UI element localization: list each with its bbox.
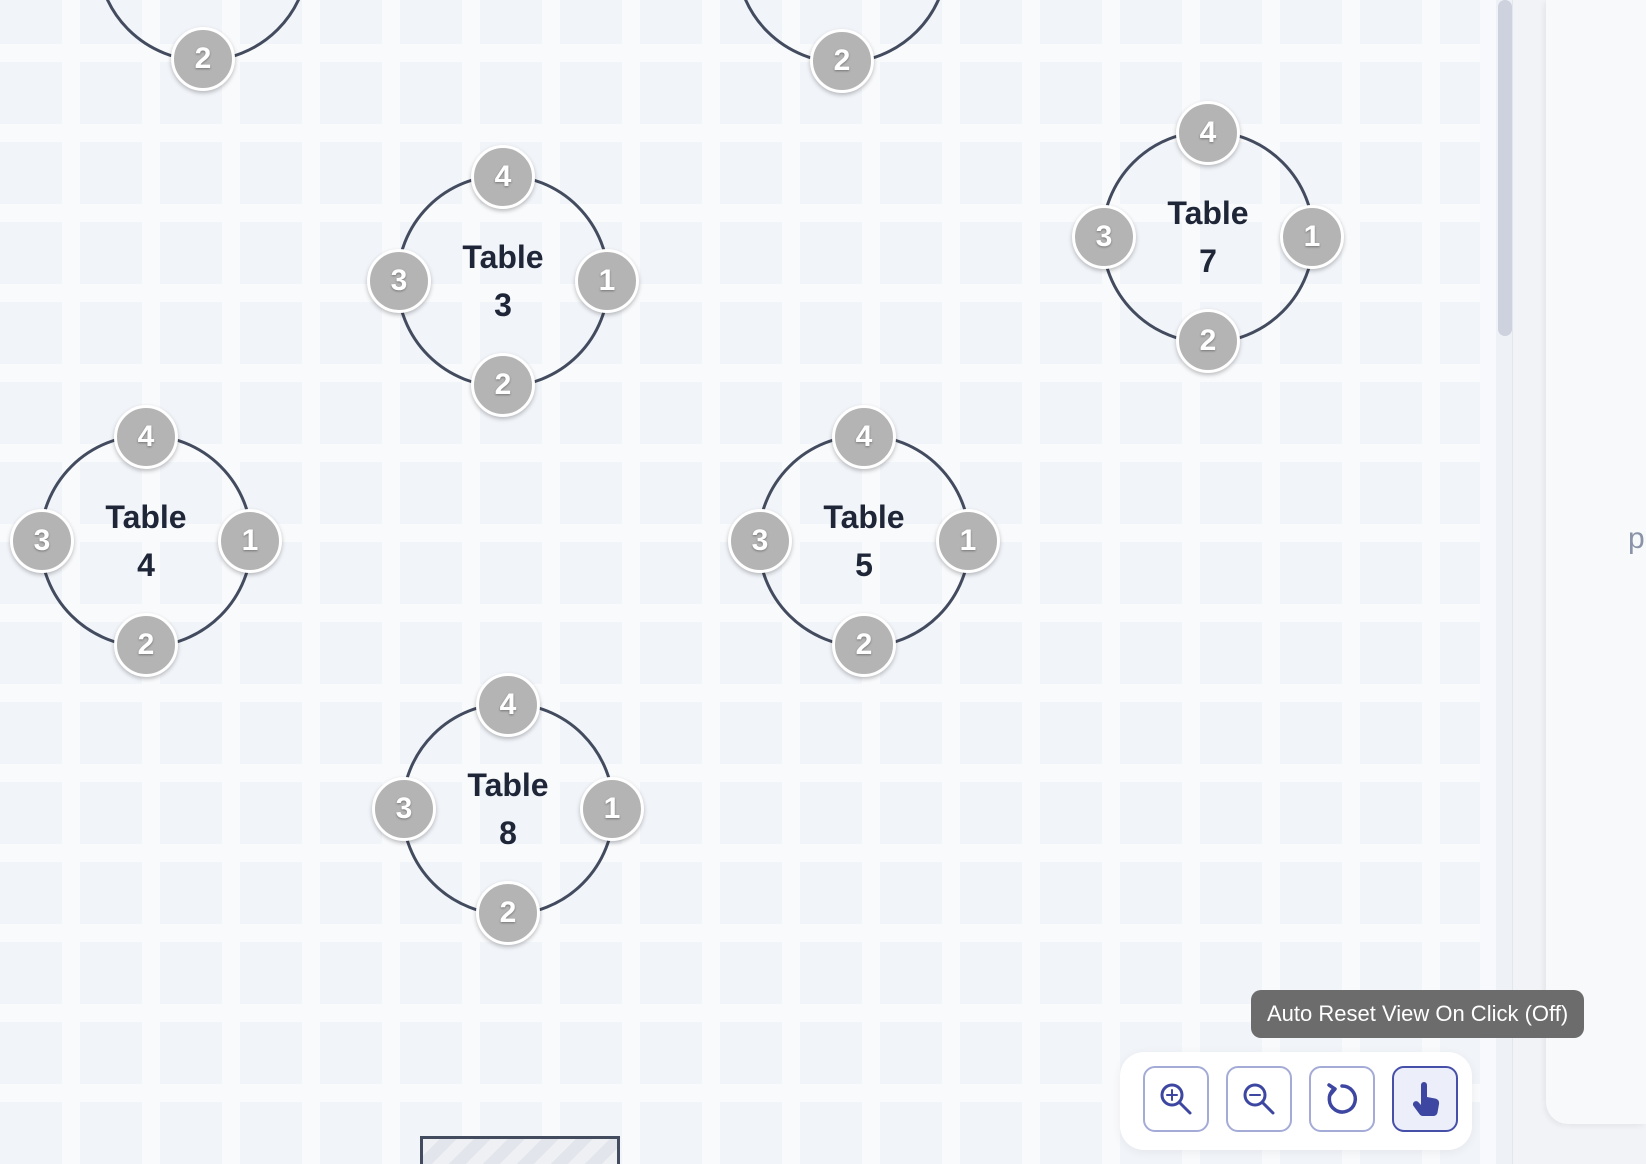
seat-2[interactable]: 2 [471,353,535,417]
zoom-in-button[interactable] [1143,1066,1209,1132]
seat-4[interactable]: 4 [832,405,896,469]
seat-4[interactable]: 4 [114,405,178,469]
table-7[interactable]: Table 7 1 2 3 4 [1072,101,1344,373]
seat-2[interactable]: 2 [832,613,896,677]
view-toolbar [1120,1052,1472,1150]
side-panel-card [1546,0,1646,1124]
seat-2[interactable]: 2 [171,27,235,91]
seat-1[interactable]: 1 [580,777,644,841]
seat-3[interactable]: 3 [10,509,74,573]
seat-3[interactable]: 3 [367,249,431,313]
seat-3[interactable]: 3 [372,777,436,841]
seat-2[interactable]: 2 [810,29,874,93]
seat-4[interactable]: 4 [471,145,535,209]
seat-1[interactable]: 1 [936,509,1000,573]
seat-2[interactable]: 2 [1176,309,1240,373]
reset-view-button[interactable] [1309,1066,1375,1132]
table-3[interactable]: Table 3 1 2 3 4 [367,145,639,417]
table-5[interactable]: Table 5 1 2 3 4 [728,405,1000,677]
seat-1[interactable]: 1 [218,509,282,573]
rectangular-table[interactable] [420,1136,620,1164]
seat-1[interactable]: 1 [575,249,639,313]
seat-2[interactable]: 2 [114,613,178,677]
seat-3[interactable]: 3 [728,509,792,573]
table-4[interactable]: Table 4 1 2 3 4 [10,405,282,677]
touch-hand-icon [1412,1082,1440,1116]
side-panel-text: p [1628,522,1645,555]
zoom-out-icon [1243,1083,1275,1115]
reset-view-icon [1327,1083,1358,1114]
seat-4[interactable]: 4 [476,673,540,737]
canvas-scrollbar-thumb[interactable] [1498,0,1512,336]
seat-4[interactable]: 4 [1176,101,1240,165]
zoom-out-button[interactable] [1226,1066,1292,1132]
zoom-in-icon [1160,1083,1192,1115]
auto-reset-toggle-button[interactable] [1392,1066,1458,1132]
seat-3[interactable]: 3 [1072,205,1136,269]
table-8[interactable]: Table 8 1 2 3 4 [372,673,644,945]
seat-2[interactable]: 2 [476,881,540,945]
seat-1[interactable]: 1 [1280,205,1344,269]
auto-reset-tooltip: Auto Reset View On Click (Off) [1251,990,1585,1038]
